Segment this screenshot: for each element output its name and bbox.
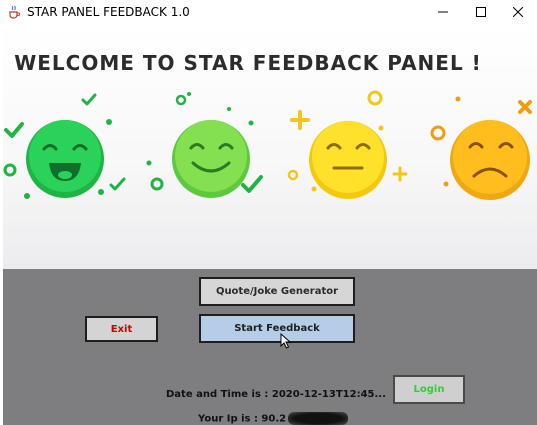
control-panel: Quote/Joke Generator Exit Start Feedback… (3, 269, 537, 425)
maximize-icon (476, 7, 486, 17)
date-time-label: Date and Time is : 2020-12-13T12:45... (166, 389, 386, 400)
sad-face-icon (430, 96, 532, 200)
quote-joke-generator-button[interactable]: Quote/Joke Generator (199, 277, 355, 306)
close-icon (513, 7, 523, 17)
app-window: STAR PANEL FEEDBACK 1.0 WELCOME TO STAR … (0, 0, 537, 425)
close-button[interactable] (499, 0, 537, 24)
neutral-face-icon (287, 90, 408, 199)
java-cup-icon (9, 5, 20, 19)
minimize-button[interactable] (424, 0, 462, 24)
happy-face-icon (146, 92, 263, 198)
window-title: STAR PANEL FEEDBACK 1.0 (27, 5, 190, 19)
start-feedback-button[interactable]: Start Feedback (199, 314, 355, 343)
redacted-ip-scribble (288, 412, 349, 425)
title-bar: STAR PANEL FEEDBACK 1.0 (0, 0, 537, 24)
ip-address-text: Your Ip is : 90.2 (198, 413, 287, 425)
exit-button[interactable]: Exit (85, 316, 158, 342)
very-happy-face-icon (3, 93, 126, 199)
maximize-button[interactable] (462, 0, 500, 24)
login-button[interactable]: Login (393, 375, 465, 404)
hero-banner: WELCOME TO STAR FEEDBACK PANEL ! (3, 24, 537, 269)
minimize-icon (438, 11, 448, 13)
emoji-faces-illustration (3, 90, 532, 200)
ip-address-label: Your Ip is : 90.2 (198, 412, 349, 425)
mouse-cursor-icon (280, 333, 292, 349)
